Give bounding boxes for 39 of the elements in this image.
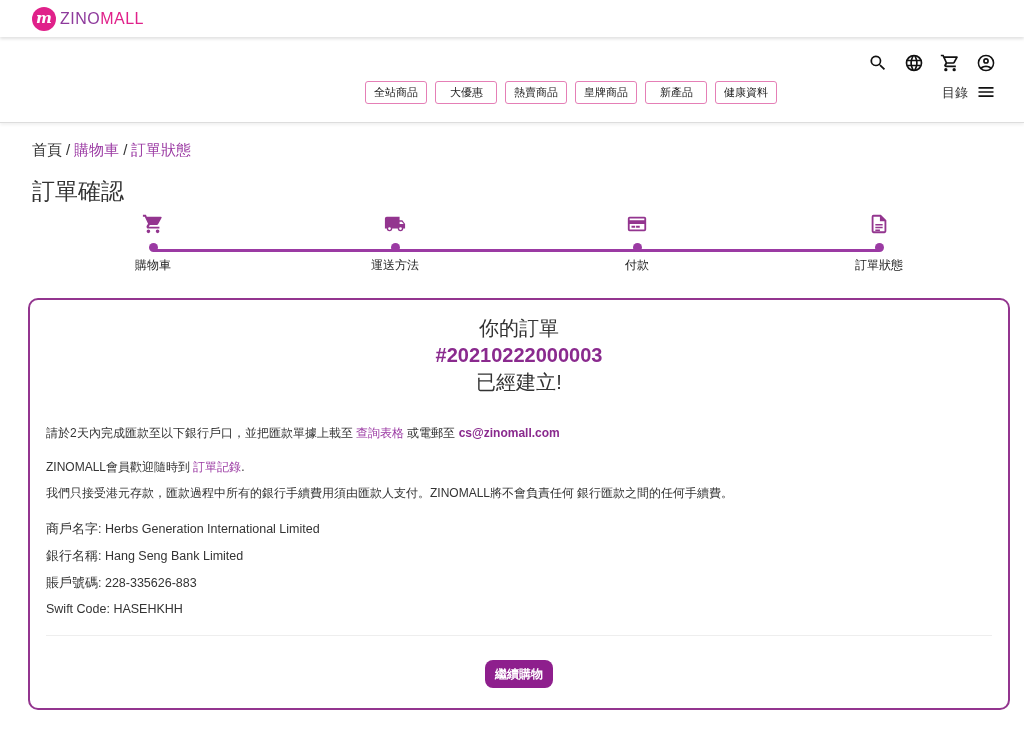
menu-label[interactable]: 目錄 [942,82,968,102]
notice-text: 請於2天內完成匯款至以下銀行戶口，並把匯款單據上載至 查詢表格 或電郵至 cs@zinomall.com [46,425,561,443]
page-title: 訂單確認 [32,177,125,206]
cart-icon[interactable] [940,53,960,73]
breadcrumb-separator: / [123,140,128,160]
step-dot [874,243,884,253]
globe-icon[interactable] [904,53,924,73]
breadcrumb-separator: / [66,140,71,160]
breadcrumb-item[interactable]: 首頁 [32,139,62,162]
inquiry-link[interactable]: 查詢表格 [356,426,404,441]
order-status: 已經建立! [475,370,563,395]
bank-detail: 賬戶號碼: 228-335626-883 [46,574,198,592]
step-label: 購物車 [135,257,171,275]
logo-icon: m [32,6,56,31]
order-number: #20210222000003 [434,343,604,369]
notice-text: 我們只接受港元存款，匯款過程中所有的銀行手續費用須由匯款人支付。ZINOMALL將不會負責任何 銀行匯款之間的任何手續費。 [46,485,735,503]
step-label: 付款 [625,257,649,275]
step-label: 訂單狀態 [855,257,903,275]
logo-text: ZINOMALL [60,8,144,29]
nav-button[interactable]: 皇牌商品 [575,81,637,104]
bank-detail: 商戶名字: Herbs Generation International Limited [46,521,321,539]
nav-button[interactable]: 健康資料 [715,81,777,104]
notice-text: ZINOMALL會員歡迎隨時到 訂單記錄. [46,459,246,477]
step-dot [148,243,158,253]
breadcrumb-link[interactable]: 購物車 [74,139,120,162]
nav-button[interactable]: 新產品 [645,81,707,104]
nav-button[interactable]: 熱賣商品 [505,81,567,104]
email-link[interactable]: cs@zinomall.com [458,426,560,441]
search-icon[interactable] [868,53,888,73]
breadcrumb-link[interactable]: 訂單狀態 [131,139,192,162]
cart-icon [142,213,164,236]
continue-shopping-button[interactable]: 繼續購物 [485,660,553,689]
nav-button[interactable]: 全站商品 [365,81,427,104]
bank-detail: Swift Code: HASEHKHH [46,601,184,619]
bank-detail: 銀行名稱: Hang Seng Bank Limited [46,547,245,565]
account-icon[interactable] [976,53,996,73]
order-heading: 你的訂單 [478,316,560,341]
nav-button[interactable]: 大優惠 [435,81,497,104]
step-label: 運送方法 [371,257,419,275]
